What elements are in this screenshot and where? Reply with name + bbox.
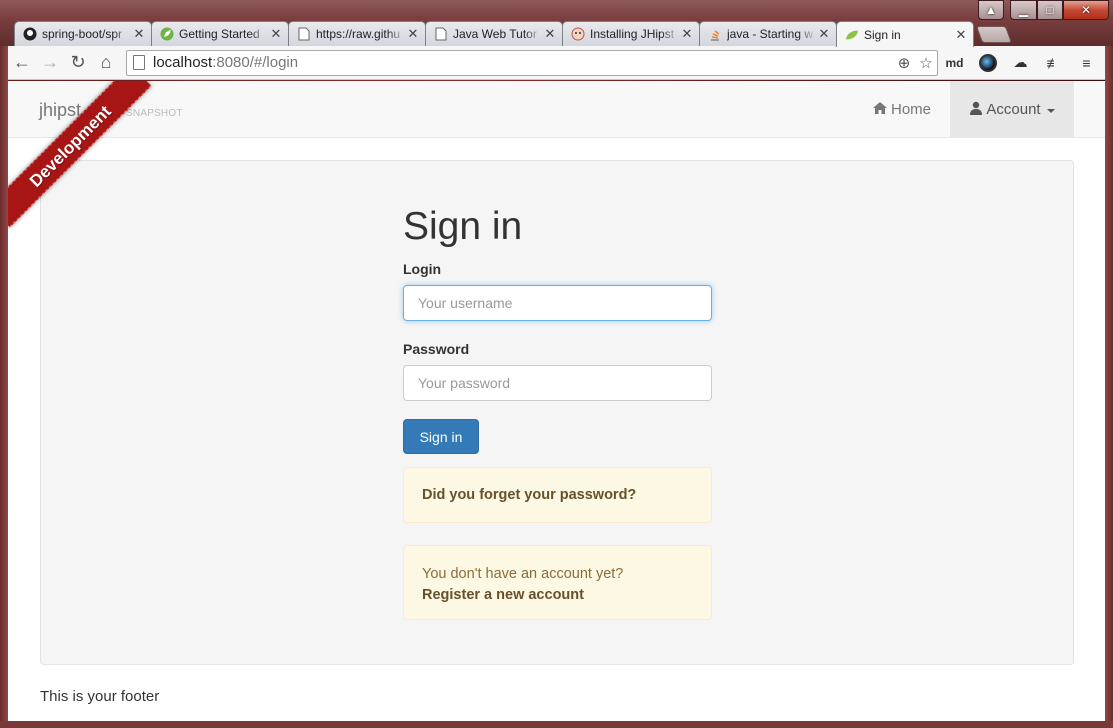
browser-tab[interactable]: java - Starting w ✕ xyxy=(699,21,837,46)
app-navbar: jhipst 0.1-SNAPSHOT Home Account xyxy=(8,81,1105,138)
url-path: :8080/#/login xyxy=(212,54,299,71)
nav-account-dropdown[interactable]: Account xyxy=(950,81,1074,138)
close-tab-icon[interactable]: ✕ xyxy=(544,26,556,42)
title-bar: ▲ ▁ □ ✕ spring-boot/spr ✕ Getting Starte… xyxy=(0,0,1113,47)
reload-icon[interactable]: ↻ xyxy=(64,49,92,77)
username-input[interactable]: Your username xyxy=(403,285,712,321)
username-placeholder: Your username xyxy=(418,295,513,311)
password-input[interactable]: Your password xyxy=(403,365,712,401)
window-frame-bottom xyxy=(0,721,1113,728)
password-label: Password xyxy=(403,341,470,357)
minimize-button[interactable]: ▁ xyxy=(1010,0,1037,20)
tab-label: Installing JHipst xyxy=(590,27,675,41)
browser-tab[interactable]: Getting Started ✕ xyxy=(151,21,289,46)
close-tab-icon[interactable]: ✕ xyxy=(818,26,830,42)
maximize-button[interactable]: □ xyxy=(1037,0,1063,20)
tab-label: Getting Started xyxy=(179,27,260,41)
new-tab-button[interactable] xyxy=(975,26,1013,43)
github-icon xyxy=(23,27,37,41)
page-icon xyxy=(133,55,145,70)
nav-home-label: Home xyxy=(891,101,932,118)
user-icon[interactable]: ▲ xyxy=(978,0,1004,20)
close-tab-icon[interactable]: ✕ xyxy=(955,27,967,43)
close-window-button[interactable]: ✕ xyxy=(1063,0,1109,20)
nav-account-label: Account xyxy=(986,101,1041,118)
close-tab-icon[interactable]: ✕ xyxy=(681,26,693,42)
window-controls: ▲ ▁ □ ✕ xyxy=(978,0,1109,20)
window-frame-right xyxy=(1105,46,1113,728)
md-extension-icon[interactable]: md xyxy=(938,49,971,77)
register-alert: You don't have an account yet? Register … xyxy=(403,545,712,620)
browser-window: ▲ ▁ □ ✕ spring-boot/spr ✕ Getting Starte… xyxy=(0,0,1113,728)
password-placeholder: Your password xyxy=(418,375,511,391)
home-icon[interactable]: ⌂ xyxy=(92,49,120,77)
url-host: localhost xyxy=(153,54,213,71)
nav-home-link[interactable]: Home xyxy=(858,81,945,138)
close-tab-icon[interactable]: ✕ xyxy=(133,26,145,42)
browser-tab[interactable]: Java Web Tutor ✕ xyxy=(425,21,563,46)
window-frame-left xyxy=(0,46,8,728)
tab-label: Sign in xyxy=(864,27,901,42)
forward-icon[interactable]: → xyxy=(36,49,64,77)
bookmark-star-icon[interactable]: ☆ xyxy=(915,54,937,72)
page-footer: This is your footer xyxy=(40,688,160,705)
spring-leaf-icon xyxy=(160,27,174,41)
jhipster-icon xyxy=(571,27,585,41)
page-title: Sign in xyxy=(403,205,523,248)
user-icon xyxy=(969,101,983,118)
tab-label: spring-boot/spr xyxy=(42,27,123,41)
login-well: Sign in Login Your username Password You… xyxy=(40,160,1074,665)
browser-tab[interactable]: spring-boot/spr ✕ xyxy=(14,21,152,46)
no-account-text: You don't have an account yet? xyxy=(422,566,624,582)
login-label: Login xyxy=(403,261,442,277)
orb-extension-icon[interactable] xyxy=(971,49,1004,77)
tab-label: Java Web Tutor xyxy=(453,27,537,41)
chevron-down-icon xyxy=(1046,108,1055,113)
close-tab-icon[interactable]: ✕ xyxy=(407,26,419,42)
development-ribbon: Development xyxy=(8,81,158,231)
page-icon xyxy=(297,27,311,41)
browser-tab[interactable]: Installing JHipst ✕ xyxy=(562,21,700,46)
traffic-tower-icon[interactable]: ≢ xyxy=(1037,49,1070,77)
stackoverflow-icon xyxy=(708,27,722,41)
tab-strip: spring-boot/spr ✕ Getting Started ✕ http… xyxy=(14,21,1013,47)
spring-leaf-icon xyxy=(845,28,859,42)
register-link[interactable]: Register a new account xyxy=(422,587,584,603)
browser-tab-active[interactable]: Sign in ✕ xyxy=(836,21,974,47)
zoom-icon[interactable]: ⊕ xyxy=(893,54,915,72)
tab-label: java - Starting w xyxy=(727,27,814,41)
back-icon[interactable]: ← xyxy=(8,49,36,77)
home-icon xyxy=(872,101,888,119)
ribbon-label: Development xyxy=(8,81,152,228)
address-bar[interactable]: localhost:8080/#/login ⊕ ☆ xyxy=(126,49,938,76)
forgot-password-link[interactable]: Did you forget your password? xyxy=(422,487,636,503)
sign-in-button[interactable]: Sign in xyxy=(403,419,479,454)
cloud-icon[interactable]: ☁ xyxy=(1004,49,1037,77)
page-viewport: Development jhipst 0.1-SNAPSHOT Home Acc… xyxy=(8,81,1105,721)
menu-icon[interactable]: ≡ xyxy=(1070,49,1103,77)
close-tab-icon[interactable]: ✕ xyxy=(270,26,282,42)
browser-tab[interactable]: https://raw.githu ✕ xyxy=(288,21,426,46)
url-text: localhost:8080/#/login xyxy=(153,54,893,71)
forgot-password-alert: Did you forget your password? xyxy=(403,467,712,523)
tab-label: https://raw.githu xyxy=(316,27,401,41)
page-icon xyxy=(434,27,448,41)
browser-toolbar: ← → ↻ ⌂ localhost:8080/#/login ⊕ ☆ md ☁ … xyxy=(8,46,1105,80)
